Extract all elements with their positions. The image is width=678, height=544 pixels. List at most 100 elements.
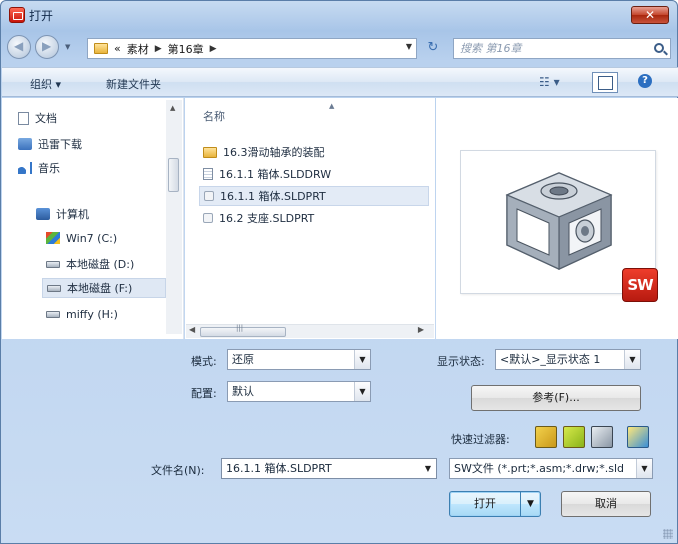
drawing-file-icon bbox=[203, 168, 213, 180]
open-dialog: 打开 ✕ ◀ ▶ ▼ « 素材 ▶ 第16章 ▶ ▼ ↻ 搜索 第16章 组织 … bbox=[0, 0, 678, 544]
scroll-left-icon[interactable]: ◀ bbox=[189, 325, 195, 334]
file-name: 16.3滑动轴承的装配 bbox=[223, 146, 325, 159]
scroll-right-icon[interactable]: ▶ bbox=[418, 325, 424, 334]
sort-ascending-icon: ▲ bbox=[329, 102, 335, 110]
chevron-down-icon[interactable]: ▼ bbox=[636, 459, 652, 478]
file-type-value: SW文件 (*.prt;*.asm;*.drw;*.sld bbox=[454, 462, 625, 475]
organize-button[interactable]: 组织 ▾ bbox=[30, 76, 61, 92]
filename-label: 文件名(N): bbox=[151, 464, 205, 477]
chevron-down-icon[interactable]: ▼ bbox=[354, 382, 370, 401]
sidebar-item-computer[interactable]: 计算机 bbox=[36, 204, 89, 224]
list-item[interactable]: 16.1.1 箱体.SLDPRT bbox=[199, 186, 429, 206]
chevron-down-icon[interactable]: ▼ bbox=[406, 42, 412, 51]
new-folder-button[interactable]: 新建文件夹 bbox=[106, 76, 161, 92]
filename-input[interactable]: 16.1.1 箱体.SLDPRT ▼ bbox=[221, 458, 437, 479]
file-list: 名称 ▲ 16.3滑动轴承的装配 16.1.1 箱体.SLDDRW 16.1.1… bbox=[185, 98, 435, 339]
close-button[interactable]: ✕ bbox=[631, 6, 669, 24]
cancel-button[interactable]: 取消 bbox=[561, 491, 651, 517]
config-value: 默认 bbox=[232, 385, 254, 398]
sidebar-item-drive-d[interactable]: 本地磁盘 (D:) bbox=[46, 254, 134, 274]
config-label: 配置: bbox=[191, 387, 217, 400]
sidebar-scrollbar[interactable]: ▲ bbox=[166, 100, 182, 334]
navigation-bar: ◀ ▶ ▼ « 素材 ▶ 第16章 ▶ ▼ ↻ 搜索 第16章 bbox=[7, 35, 671, 61]
change-view-button[interactable]: ☷ ▾ bbox=[532, 72, 572, 93]
column-header-name[interactable]: 名称 bbox=[203, 108, 225, 124]
quick-filter-label: 快速过滤器: bbox=[451, 433, 510, 446]
recent-pages-icon[interactable]: ▼ bbox=[65, 43, 70, 51]
command-toolbar: 组织 ▾ 新建文件夹 ☷ ▾ bbox=[2, 67, 678, 97]
mode-value: 还原 bbox=[232, 353, 254, 366]
sidebar-item-drive-c[interactable]: Win7 (C:) bbox=[46, 228, 117, 248]
chevron-down-icon[interactable]: ▼ bbox=[624, 350, 640, 369]
sidebar-item-label: 本地磁盘 (D:) bbox=[66, 258, 135, 271]
list-item[interactable]: 16.2 支座.SLDPRT bbox=[199, 208, 429, 228]
chevron-right-icon[interactable]: ▶ bbox=[155, 44, 162, 54]
display-state-select[interactable]: <默认>_显示状态 1 ▼ bbox=[495, 349, 641, 370]
sidebar-item-music[interactable]: 音乐 bbox=[18, 158, 60, 178]
file-name: 16.2 支座.SLDPRT bbox=[219, 212, 315, 225]
search-icon[interactable] bbox=[654, 43, 664, 53]
display-state-label: 显示状态: bbox=[437, 355, 485, 368]
filter-assemblies-icon[interactable] bbox=[563, 426, 585, 448]
list-item[interactable]: 16.3滑动轴承的装配 bbox=[199, 142, 429, 162]
chevron-down-icon[interactable]: ▼ bbox=[420, 459, 436, 478]
computer-icon bbox=[36, 208, 50, 220]
open-options-chevron-icon[interactable]: ▼ bbox=[520, 492, 540, 516]
close-icon: ✕ bbox=[644, 8, 656, 22]
drive-icon bbox=[47, 284, 61, 292]
drive-icon bbox=[46, 260, 60, 268]
drive-icon bbox=[46, 310, 60, 318]
breadcrumb-overflow[interactable]: « bbox=[114, 42, 121, 55]
part-file-icon bbox=[203, 213, 213, 223]
sidebar-item-documents[interactable]: 文档 bbox=[18, 108, 57, 128]
title-bar: 打开 ✕ bbox=[1, 1, 677, 29]
scroll-up-icon[interactable]: ▲ bbox=[170, 104, 175, 112]
scrollbar-grip: ||| bbox=[236, 324, 244, 332]
document-icon bbox=[18, 111, 29, 125]
sidebar-item-drive-h[interactable]: miffy (H:) bbox=[46, 304, 118, 324]
search-input[interactable]: 搜索 第16章 bbox=[453, 38, 671, 59]
chevron-down-icon[interactable]: ▼ bbox=[354, 350, 370, 369]
references-button[interactable]: 参考(F)... bbox=[471, 385, 641, 411]
file-name: 16.1.1 箱体.SLDDRW bbox=[219, 168, 332, 181]
windows-drive-icon bbox=[46, 232, 60, 244]
forward-arrow-icon: ▶ bbox=[42, 39, 52, 53]
open-button[interactable]: 打开 ▼ bbox=[449, 491, 541, 517]
back-button[interactable]: ◀ bbox=[7, 35, 31, 59]
display-state-value: <默认>_显示状态 1 bbox=[500, 353, 601, 366]
sidebar-item-label: Win7 (C:) bbox=[66, 231, 118, 245]
configuration-select[interactable]: 默认 ▼ bbox=[227, 381, 371, 402]
breadcrumb-item[interactable]: 第16章 bbox=[168, 41, 204, 57]
horizontal-scrollbar[interactable]: ◀ ||| ▶ bbox=[186, 324, 434, 338]
help-icon[interactable] bbox=[632, 72, 656, 93]
refresh-icon: ↻ bbox=[427, 40, 439, 55]
search-placeholder: 搜索 第16章 bbox=[460, 42, 522, 55]
open-button-label: 打开 bbox=[474, 497, 496, 510]
preview-pane-button[interactable] bbox=[592, 72, 618, 93]
sidebar-item-downloads[interactable]: 迅雷下载 bbox=[18, 134, 82, 154]
address-bar[interactable]: « 素材 ▶ 第16章 ▶ ▼ bbox=[87, 38, 417, 59]
sidebar-item-label: 本地磁盘 (F:) bbox=[67, 282, 133, 295]
forward-button[interactable]: ▶ bbox=[35, 35, 59, 59]
scrollbar-thumb[interactable] bbox=[168, 158, 179, 192]
file-type-select[interactable]: SW文件 (*.prt;*.asm;*.drw;*.sld ▼ bbox=[449, 458, 653, 479]
sidebar-item-drive-f[interactable]: 本地磁盘 (F:) bbox=[42, 278, 166, 298]
sidebar-item-label: 文档 bbox=[35, 112, 57, 125]
window-title: 打开 bbox=[29, 9, 54, 23]
breadcrumb-item[interactable]: 素材 bbox=[127, 41, 149, 57]
filter-parts-icon[interactable] bbox=[535, 426, 557, 448]
list-item[interactable]: 16.1.1 箱体.SLDDRW bbox=[199, 164, 429, 184]
filename-value: 16.1.1 箱体.SLDPRT bbox=[226, 462, 332, 475]
sidebar-item-label: miffy (H:) bbox=[66, 307, 118, 321]
navigation-pane: 文档 迅雷下载 音乐 计算机 Win7 (C:) 本地磁盘 (D:) 本地磁盘 … bbox=[2, 98, 184, 339]
resize-grip-icon[interactable] bbox=[663, 529, 673, 539]
music-icon bbox=[18, 162, 32, 174]
preview-pane: SW bbox=[436, 98, 678, 339]
solidworks-logo-icon: SW bbox=[622, 268, 658, 302]
mode-select[interactable]: 还原 ▼ bbox=[227, 349, 371, 370]
filter-drawings-icon[interactable] bbox=[591, 426, 613, 448]
view-icon: ☷ ▾ bbox=[539, 75, 560, 89]
chevron-right-icon[interactable]: ▶ bbox=[210, 44, 217, 54]
refresh-button[interactable]: ↻ bbox=[421, 38, 445, 59]
filter-top-level-assemblies-icon[interactable] bbox=[627, 426, 649, 448]
